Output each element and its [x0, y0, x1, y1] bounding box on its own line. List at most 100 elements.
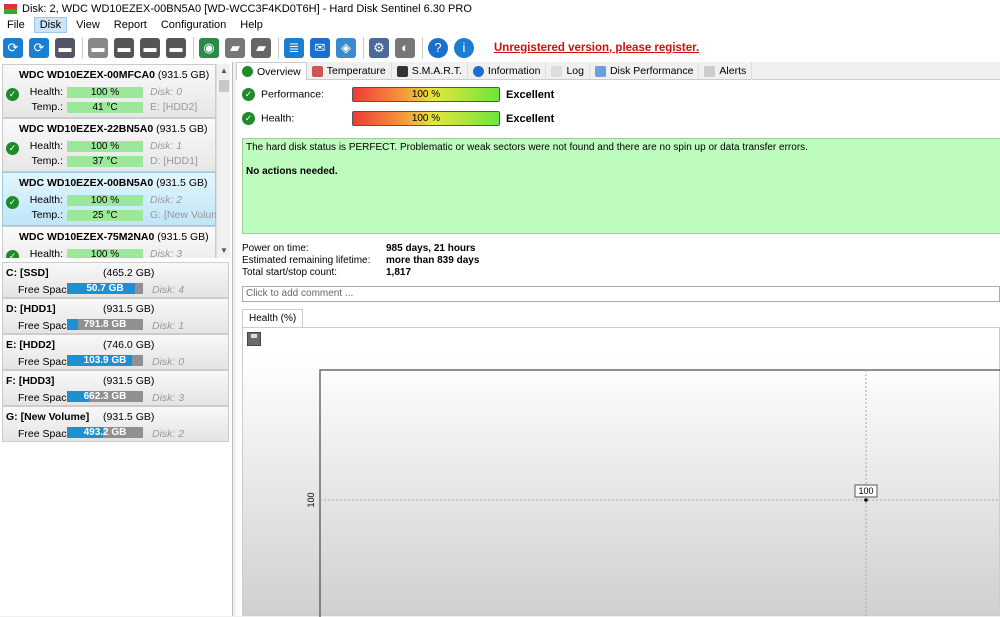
- disk-item[interactable]: WDC WD10EZEX-75M2NA0 (931.5 GB) ✓ Health: 1…: [2, 226, 216, 258]
- disk-model: WDC WD10EZEX-75M2NA0: [19, 231, 155, 243]
- speaker-icon[interactable]: ◐: [395, 37, 415, 58]
- main-panel: Overview Temperature S.M.A.R.T. Information…: [236, 62, 1000, 617]
- menu-help[interactable]: Help: [235, 18, 268, 32]
- volume-item[interactable]: C: [SSD] (465.2 GB) Free Space 50.7 GB Disk:…: [2, 262, 229, 298]
- tab-label: Overview: [257, 65, 301, 78]
- disk-item[interactable]: WDC WD10EZEX-22BN5A0 (931.5 GB) ✓ Health: 1…: [2, 118, 216, 172]
- chart-svg: 100 100: [306, 369, 1000, 617]
- scroll-thumb[interactable]: [219, 80, 229, 92]
- globe-disk-icon[interactable]: ◉: [199, 37, 219, 58]
- report-icon[interactable]: ≣: [284, 37, 304, 58]
- disk-number: Disk: 3: [150, 248, 183, 258]
- tab-disk-performance[interactable]: Disk Performance: [590, 62, 700, 80]
- gear-icon[interactable]: ⚙: [369, 37, 389, 58]
- menu-disk[interactable]: Disk: [33, 17, 68, 33]
- temp-bar: 37 °C: [67, 156, 143, 167]
- tab-temperature[interactable]: Temperature: [307, 62, 392, 80]
- info-icon[interactable]: i: [454, 37, 474, 58]
- refresh-icon[interactable]: ⟳: [3, 37, 23, 58]
- data-point: [864, 498, 868, 502]
- disk-name: WDC WD10EZEX-00MFCA0 (931.5 GB): [19, 69, 209, 81]
- free-space-value: 50.7 GB: [86, 283, 124, 294]
- disk-clock-icon[interactable]: ▬: [114, 37, 134, 58]
- volume-size: (746.0 GB): [103, 339, 155, 351]
- volume-label: E: [HDD2]: [150, 101, 198, 113]
- disk-search-icon[interactable]: ▬: [166, 37, 186, 58]
- disk-size: (931.5 GB): [156, 123, 208, 135]
- mail-icon[interactable]: ✉: [310, 37, 330, 58]
- info-label: Power on time:: [242, 243, 309, 254]
- disk-tools-icon[interactable]: ▰: [225, 37, 245, 58]
- health-label: Health:: [29, 248, 63, 258]
- volume-item[interactable]: E: [HDD2] (746.0 GB) Free Space 103.9 GB Dis…: [2, 334, 229, 370]
- health-label: Health:: [29, 140, 63, 152]
- health-label: Health:: [261, 112, 295, 125]
- register-link[interactable]: Unregistered version, please register.: [494, 42, 699, 54]
- disk-list-scrollbar[interactable]: ▲ ▼: [216, 64, 230, 258]
- info-value: 1,817: [386, 267, 412, 278]
- app-icon: [4, 3, 17, 14]
- menu-view[interactable]: View: [71, 18, 105, 32]
- volume-size: (931.5 GB): [103, 411, 155, 423]
- comment-input[interactable]: Click to add comment ...: [242, 286, 1000, 302]
- alerts-icon: [704, 65, 716, 77]
- menu-file[interactable]: File: [2, 18, 30, 32]
- disk-name: WDC WD10EZEX-75M2NA0 (931.5 GB): [19, 231, 209, 243]
- disk-number: Disk: 0: [152, 356, 185, 368]
- performance-row: ✓ Performance:: [242, 88, 324, 101]
- free-space-label: Free Space: [18, 320, 73, 332]
- disk-list-icon[interactable]: ▬: [55, 37, 75, 58]
- refresh-warning-icon[interactable]: ⟳: [29, 37, 49, 58]
- disk-size: (931.5 GB): [156, 177, 208, 189]
- scroll-up-icon[interactable]: ▲: [220, 66, 228, 75]
- disk-gray-icon[interactable]: ▬: [88, 37, 108, 58]
- free-space-bar: 493.2 GB: [67, 427, 143, 438]
- volume-item[interactable]: F: [HDD3] (931.5 GB) Free Space 662.3 GB Dis…: [2, 370, 229, 406]
- check-icon: ✓: [242, 88, 255, 101]
- free-space-label: Free Space: [18, 356, 73, 368]
- volume-name: E: [HDD2]: [6, 339, 55, 351]
- tab-label: Information: [487, 65, 541, 77]
- menu-report[interactable]: Report: [109, 18, 152, 32]
- disk-transfer-icon[interactable]: ▰: [251, 37, 271, 58]
- free-space-value: 662.3 GB: [83, 391, 127, 402]
- free-space-value: 103.9 GB: [83, 355, 127, 366]
- disk-number: Disk: 2: [150, 194, 183, 206]
- volume-label: D: [HDD1]: [150, 155, 198, 167]
- free-space-value: 791.8 GB: [83, 319, 127, 330]
- disk-item[interactable]: WDC WD10EZEX-00BN5A0 (931.5 GB) ✓ Health: 1…: [2, 172, 216, 226]
- tab-log[interactable]: Log: [546, 62, 590, 80]
- disk-name: WDC WD10EZEX-22BN5A0 (931.5 GB): [19, 123, 207, 135]
- disk-name: WDC WD10EZEX-00BN5A0 (931.5 GB): [19, 177, 207, 189]
- tab-label: Disk Performance: [609, 65, 694, 77]
- free-space-label: Free Space: [18, 428, 73, 440]
- free-space-bar: 791.8 GB: [67, 319, 143, 330]
- disk-item[interactable]: WDC WD10EZEX-00MFCA0 (931.5 GB) ✓ Health: 1…: [2, 64, 216, 118]
- tab-information[interactable]: Information: [468, 62, 547, 80]
- disk-size: (931.5 GB): [157, 69, 210, 81]
- scroll-down-icon[interactable]: ▼: [220, 246, 228, 255]
- help-icon[interactable]: ?: [428, 37, 448, 58]
- tab-s-m-a-r-t[interactable]: S.M.A.R.T.: [392, 62, 468, 80]
- info-label: Total start/stop count:: [242, 267, 338, 278]
- toolbar: ⟳ ⟳ ▬ ▬ ▬ ▬ ▬ ◉ ▰ ▰ ≣ ✉ ◈ ⚙ ◐? i Unregistered version, p…: [0, 33, 1000, 62]
- tab-alerts[interactable]: Alerts: [699, 62, 753, 80]
- network-icon[interactable]: ◈: [336, 37, 356, 58]
- check-icon: ✓: [242, 112, 255, 125]
- health-bar: 100 %: [67, 195, 143, 206]
- data-label: 100: [858, 486, 873, 496]
- health-row: ✓ Health:: [242, 112, 294, 125]
- temp-label: Temp.:: [31, 101, 63, 113]
- disk-check-icon[interactable]: ▬: [140, 37, 160, 58]
- volume-item[interactable]: D: [HDD1] (931.5 GB) Free Space 791.8 GB Dis…: [2, 298, 229, 334]
- tab-overview[interactable]: Overview: [236, 62, 307, 80]
- performance-bar: 100 %: [352, 87, 500, 102]
- plot-frame: [319, 369, 1000, 617]
- tab-health-chart[interactable]: Health (%): [242, 309, 304, 327]
- volume-item[interactable]: G: [New Volume] (931.5 GB) Free Space 493.2…: [2, 406, 229, 442]
- menu-configuration[interactable]: Configuration: [156, 18, 231, 32]
- info-value: more than 839 days: [386, 255, 480, 266]
- health-bar: 100 %: [67, 249, 143, 258]
- info-row: Power on time: 985 days, 21 hours: [242, 243, 476, 254]
- disk-number: Disk: 4: [152, 284, 185, 296]
